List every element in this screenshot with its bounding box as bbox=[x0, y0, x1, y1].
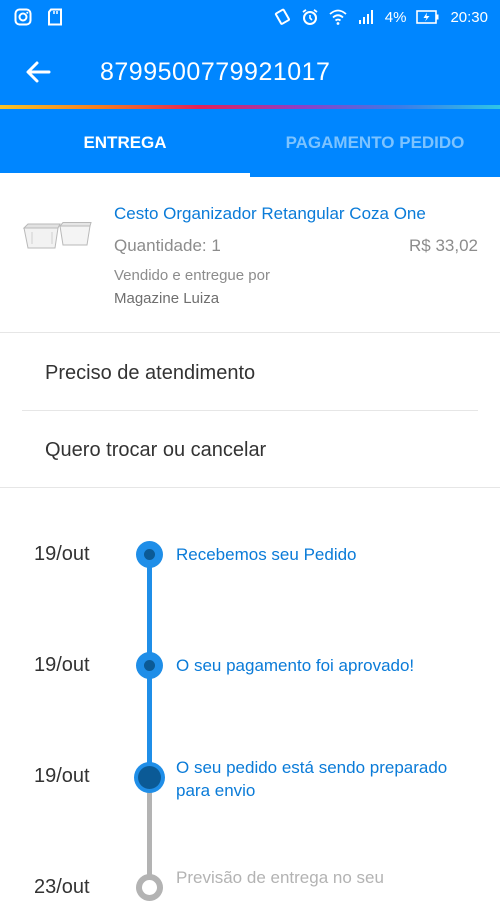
timeline-dot-done bbox=[136, 541, 163, 568]
tab-entrega[interactable]: ENTREGA bbox=[0, 109, 250, 177]
product-image bbox=[22, 222, 92, 249]
status-bar: 4% 20:30 bbox=[0, 0, 500, 36]
order-number-title: 8799500779921017 bbox=[100, 58, 331, 86]
timeline-dot-pending bbox=[136, 874, 163, 901]
seller-name: Magazine Luiza bbox=[114, 290, 220, 307]
signal-icon bbox=[358, 10, 373, 24]
tab-label: PAGAMENTO PEDIDO bbox=[285, 133, 465, 152]
timeline-date: 19/out bbox=[34, 654, 90, 676]
app-bar: 8799500779921017 bbox=[0, 36, 500, 106]
timeline-event: O seu pagamento foi aprovado! bbox=[176, 656, 415, 675]
clock: 20:30 bbox=[450, 8, 488, 26]
product-card[interactable]: Cesto Organizador Retangular Coza One Qu… bbox=[0, 180, 500, 333]
timeline-date: 19/out bbox=[34, 765, 90, 787]
help-menu-label: Preciso de atendimento bbox=[45, 362, 256, 384]
seller-label: Vendido e entregue por bbox=[114, 267, 270, 284]
product-quantity: Quantidade: 1 bbox=[114, 236, 221, 255]
product-price: R$ 33,02 bbox=[409, 236, 478, 255]
timeline-dot-core bbox=[142, 880, 157, 895]
timeline-event: O seu pedido está sendo preparado para e… bbox=[176, 758, 448, 800]
exchange-cancel-menu-item[interactable]: Quero trocar ou cancelar bbox=[0, 411, 500, 487]
wifi-icon bbox=[329, 9, 347, 25]
instagram-icon bbox=[14, 8, 32, 26]
tab-label: ENTREGA bbox=[83, 133, 167, 152]
timeline-dot-core bbox=[144, 549, 155, 560]
delivery-timeline: 19/out Recebemos seu Pedido 19/out O seu… bbox=[0, 488, 500, 901]
timeline-date: 23/out bbox=[34, 876, 90, 898]
alarm-icon bbox=[302, 9, 318, 25]
battery-charging-icon bbox=[416, 10, 439, 24]
timeline-dot-core bbox=[144, 660, 155, 671]
timeline-dot-done bbox=[136, 652, 163, 679]
back-arrow-icon[interactable] bbox=[24, 58, 52, 86]
tab-bar: ENTREGA PAGAMENTO PEDIDO bbox=[0, 109, 500, 177]
timeline-event: Recebemos seu Pedido bbox=[176, 545, 357, 564]
sd-card-icon bbox=[48, 8, 62, 26]
timeline-dot-current bbox=[134, 762, 165, 793]
help-menu-item[interactable]: Preciso de atendimento bbox=[0, 334, 500, 410]
active-tab-indicator bbox=[0, 173, 250, 177]
battery-percent: 4% bbox=[384, 8, 407, 26]
timeline-dot-core bbox=[138, 766, 161, 789]
tab-pagamento-pedido[interactable]: PAGAMENTO PEDIDO bbox=[250, 109, 500, 177]
vibrate-icon bbox=[274, 8, 290, 25]
timeline-date: 19/out bbox=[34, 543, 90, 565]
product-name[interactable]: Cesto Organizador Retangular Coza One bbox=[114, 204, 426, 224]
timeline-event: Previsão de entrega no seu bbox=[176, 868, 384, 887]
exchange-cancel-label: Quero trocar ou cancelar bbox=[45, 439, 267, 461]
